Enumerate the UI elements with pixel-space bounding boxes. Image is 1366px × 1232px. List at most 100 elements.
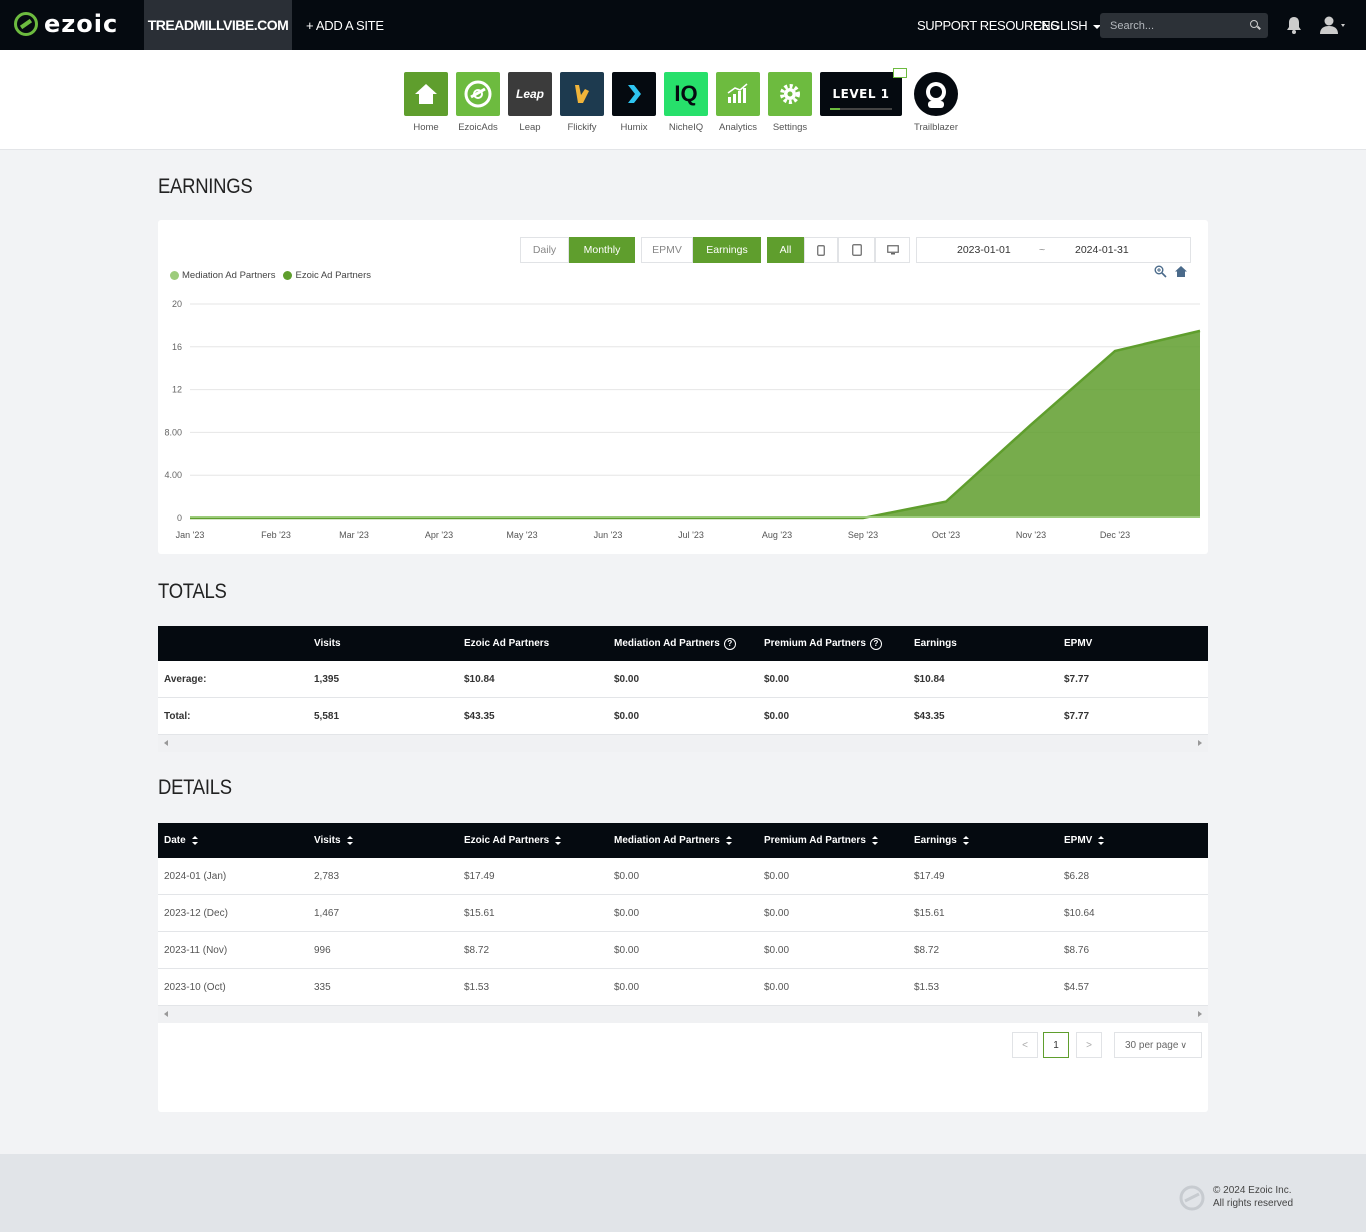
user-avatar-icon[interactable]	[1320, 16, 1346, 34]
table-cell: 2024-01 (Jan)	[164, 870, 227, 882]
footer-rights: All rights reserved	[1213, 1198, 1294, 1209]
totals-header-premium: Premium Ad Partners?	[764, 626, 882, 661]
sort-icon[interactable]	[1098, 836, 1105, 845]
flickify-icon	[575, 85, 589, 103]
ezoic-footer-logo-icon	[1179, 1185, 1205, 1211]
table-cell: $1.53	[914, 981, 940, 993]
totals-cell: $43.35	[914, 710, 945, 722]
totals-cell: 5,581	[314, 710, 340, 722]
sort-icon[interactable]	[555, 836, 562, 845]
home-icon	[415, 84, 437, 104]
app-analytics[interactable]: Analytics	[716, 72, 760, 133]
search-box	[1100, 13, 1268, 38]
app-settings[interactable]: Settings	[768, 72, 812, 133]
top-navbar: ezoic TREADMILLVIBE.COM + ADD A SITE SUP…	[0, 0, 1366, 50]
totals-header-ezoic: Ezoic Ad Partners	[464, 626, 549, 661]
details-header-visits[interactable]: Visits	[314, 823, 353, 858]
scroll-left-icon[interactable]	[164, 1011, 168, 1017]
app-nicheiq[interactable]: IQ NicheIQ	[664, 72, 708, 133]
details-table-body: 2024-01 (Jan) 2,783 $17.49 $0.00 $0.00 $17.49…	[158, 858, 1208, 1006]
y-tick-label: 12	[172, 385, 182, 395]
app-leap[interactable]: Leap Leap	[508, 72, 552, 133]
table-cell: $15.61	[914, 907, 945, 919]
app-leap-tile: Leap	[508, 72, 552, 116]
x-tick-label: Jun '23	[594, 530, 623, 540]
totals-row-label: Average:	[164, 673, 207, 685]
app-settings-label: Settings	[772, 122, 808, 133]
search-input[interactable]	[1100, 13, 1240, 38]
table-cell: 1,467	[314, 907, 340, 919]
sort-icon[interactable]	[962, 836, 969, 845]
current-page-button[interactable]: 1	[1043, 1032, 1069, 1058]
table-cell: $0.00	[614, 907, 640, 919]
sort-icon[interactable]	[871, 836, 878, 845]
app-nicheiq-tile: IQ	[664, 72, 708, 116]
table-row: 2024-01 (Jan) 2,783 $17.49 $0.00 $0.00 $17.49…	[158, 858, 1208, 895]
x-tick-label: Mar '23	[339, 530, 369, 540]
details-header-earnings[interactable]: Earnings	[914, 823, 969, 858]
scroll-left-icon[interactable]	[164, 740, 168, 746]
humix-chevron-icon	[628, 85, 641, 103]
totals-row-total: Total: 5,581 $43.35 $0.00 $0.00 $43.35 $…	[158, 698, 1208, 735]
details-header-visits-label: Visits	[314, 835, 341, 846]
app-flickify[interactable]: Flickify	[560, 72, 604, 133]
table-cell: $8.76	[1064, 944, 1090, 956]
app-humix-tile	[612, 72, 656, 116]
totals-cell: $10.84	[914, 673, 945, 685]
details-horizontal-scrollbar[interactable]	[158, 1006, 1208, 1023]
search-icon[interactable]	[1250, 20, 1258, 28]
level-badge[interactable]: LEVEL 1	[820, 72, 902, 116]
earnings-chart-card: Daily Monthly EPMV Earnings All 2023-01-…	[158, 220, 1208, 554]
next-page-button[interactable]: >	[1076, 1032, 1102, 1058]
scroll-right-icon[interactable]	[1198, 740, 1202, 746]
ezoic-logo[interactable]: ezoic	[14, 12, 118, 36]
y-tick-label: 4.00	[164, 470, 182, 480]
table-row: 2023-11 (Nov) 996 $8.72 $0.00 $0.00 $8.72 $8.7…	[158, 932, 1208, 969]
table-cell: 996	[314, 944, 331, 956]
scroll-right-icon[interactable]	[1198, 1011, 1202, 1017]
language-dropdown[interactable]: ENGLISH	[1033, 18, 1102, 33]
sort-icon[interactable]	[346, 836, 353, 845]
sort-icon[interactable]	[191, 836, 198, 845]
analytics-chart-icon	[727, 83, 748, 103]
site-selector-tab[interactable]: TREADMILLVIBE.COM	[144, 0, 292, 50]
totals-cell: $7.77	[1064, 710, 1090, 722]
totals-cell: $0.00	[764, 710, 790, 722]
totals-cell: $43.35	[464, 710, 495, 722]
details-header-date-label: Date	[164, 835, 186, 846]
totals-horizontal-scrollbar[interactable]	[158, 735, 1208, 752]
details-header-ezoic[interactable]: Ezoic Ad Partners	[464, 823, 562, 858]
details-header-epmv[interactable]: EPMV	[1064, 823, 1105, 858]
y-tick-label: 16	[172, 342, 182, 352]
app-trailblazer[interactable]: Trailblazer	[913, 72, 959, 133]
details-header-premium[interactable]: Premium Ad Partners	[764, 823, 878, 858]
footer-copyright: © 2024 Ezoic Inc.	[1213, 1185, 1292, 1196]
app-ezoicads[interactable]: EzoicAds	[456, 72, 500, 133]
totals-header-mediation: Mediation Ad Partners?	[614, 626, 736, 661]
prev-page-button[interactable]: <	[1012, 1032, 1038, 1058]
bell-icon[interactable]	[1286, 16, 1302, 34]
totals-header-visits-label: Visits	[314, 638, 341, 649]
details-header-ezoic-label: Ezoic Ad Partners	[464, 835, 550, 846]
details-header-date[interactable]: Date	[164, 823, 198, 858]
app-home[interactable]: Home	[404, 72, 448, 133]
table-cell: $10.64	[1064, 907, 1095, 919]
mail-icon[interactable]	[893, 68, 907, 78]
ezoicads-icon	[464, 80, 492, 108]
totals-cell: $10.84	[464, 673, 495, 685]
app-humix[interactable]: Humix	[612, 72, 656, 133]
per-page-select[interactable]: 30 per page ∨	[1114, 1032, 1202, 1058]
app-home-tile	[404, 72, 448, 116]
add-site-link[interactable]: + ADD A SITE	[306, 18, 384, 33]
help-icon[interactable]: ?	[869, 637, 882, 650]
earnings-section-title: EARNINGS	[158, 175, 253, 198]
totals-header-premium-label: Premium Ad Partners	[764, 638, 866, 649]
help-icon[interactable]: ?	[723, 637, 736, 650]
y-tick-label: 0	[177, 513, 182, 523]
totals-cell: 1,395	[314, 673, 340, 685]
leap-logo-text: Leap	[515, 87, 544, 101]
sort-icon[interactable]	[725, 836, 732, 845]
table-cell: $17.49	[464, 870, 495, 882]
totals-cell: $0.00	[614, 710, 640, 722]
details-header-mediation[interactable]: Mediation Ad Partners	[614, 823, 732, 858]
